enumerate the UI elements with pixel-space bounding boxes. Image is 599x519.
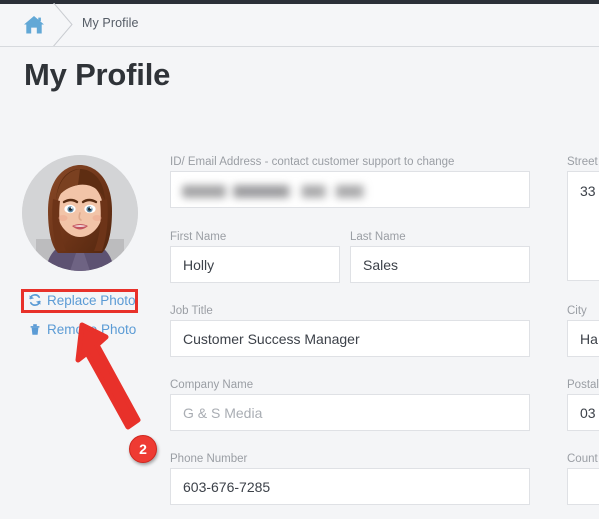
phone-number-label: Phone Number bbox=[170, 453, 248, 465]
email-label: ID/ Email Address - contact customer sup… bbox=[170, 156, 455, 168]
annotation-step-badge: 2 bbox=[129, 435, 157, 463]
photo-actions: Replace Photo Remove Photo bbox=[21, 289, 161, 340]
job-title-label: Job Title bbox=[170, 305, 213, 317]
city-label: City bbox=[567, 305, 587, 317]
replace-photo-button[interactable]: Replace Photo bbox=[21, 289, 161, 311]
job-title-field[interactable]: Customer Success Manager bbox=[170, 320, 530, 357]
email-field[interactable] bbox=[170, 171, 530, 208]
replace-photo-label: Replace Photo bbox=[47, 292, 136, 308]
remove-photo-button[interactable]: Remove Photo bbox=[21, 318, 161, 340]
street-field[interactable]: 33 bbox=[567, 171, 599, 281]
remove-photo-label: Remove Photo bbox=[47, 321, 137, 337]
company-name-label: Company Name bbox=[170, 379, 254, 391]
country-field[interactable] bbox=[567, 468, 599, 505]
breadcrumb: My Profile bbox=[0, 3, 599, 47]
last-name-label: Last Name bbox=[350, 231, 406, 243]
phone-number-field[interactable]: 603-676-7285 bbox=[170, 468, 530, 505]
city-field[interactable]: Ha bbox=[567, 320, 599, 357]
street-label: Street bbox=[567, 156, 598, 168]
first-name-label: First Name bbox=[170, 231, 227, 243]
my-profile-page: My Profile My Profile Replace Photo Remo… bbox=[0, 0, 599, 519]
company-name-field[interactable]: G & S Media bbox=[170, 394, 530, 431]
breadcrumb-home-link[interactable] bbox=[0, 4, 68, 46]
avatar bbox=[22, 155, 138, 271]
first-name-field[interactable]: Holly bbox=[170, 246, 340, 283]
country-label: Count bbox=[567, 453, 598, 465]
postal-label: Postal bbox=[567, 379, 599, 391]
last-name-field[interactable]: Sales bbox=[350, 246, 530, 283]
trash-icon bbox=[28, 322, 42, 336]
postal-field[interactable]: 03 bbox=[567, 394, 599, 431]
home-icon bbox=[23, 15, 45, 35]
refresh-icon bbox=[28, 293, 42, 307]
breadcrumb-item-my-profile[interactable]: My Profile bbox=[82, 16, 139, 30]
page-title: My Profile bbox=[24, 57, 171, 92]
